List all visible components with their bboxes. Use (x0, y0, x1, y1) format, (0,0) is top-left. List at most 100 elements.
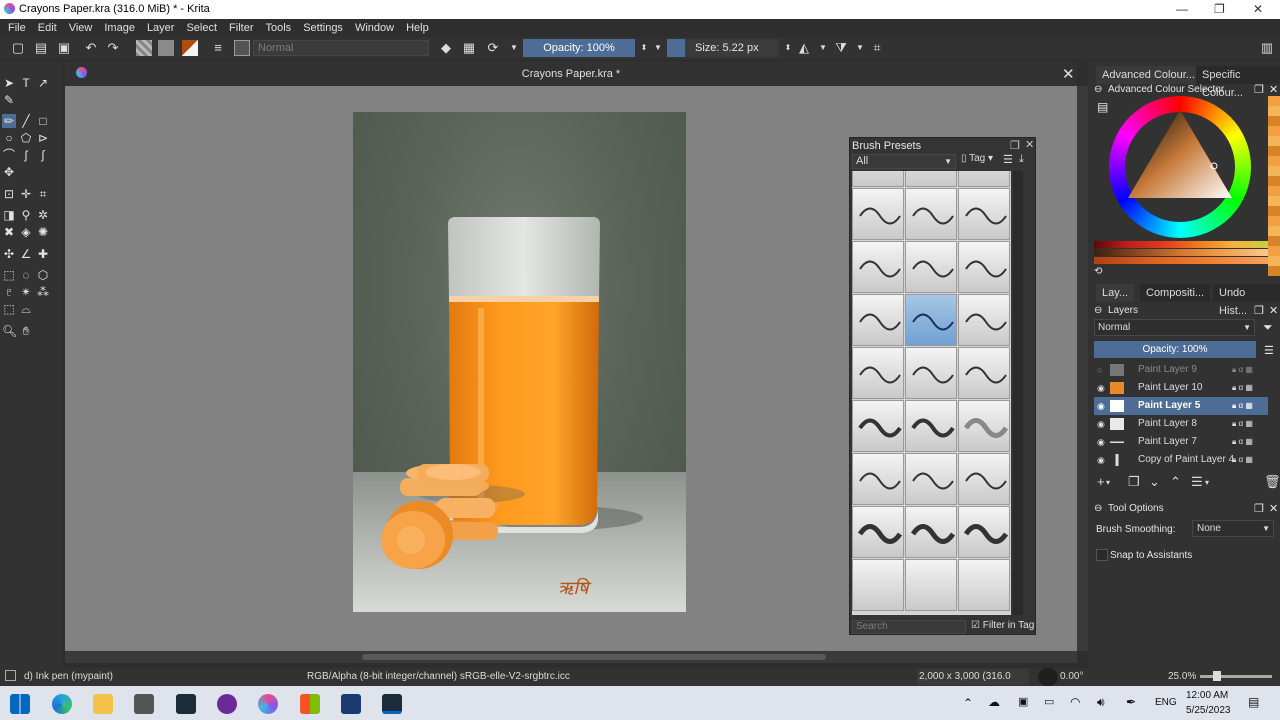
tag-button[interactable]: ▯ Tag ▾ (961, 153, 993, 164)
colour-settings-icon[interactable]: ▤ (1097, 100, 1108, 114)
polyline-tool-icon[interactable]: ⊳ (36, 131, 50, 145)
layer-options-icon[interactable]: ☰ (1264, 344, 1274, 357)
menu-settings[interactable]: Settings (297, 22, 349, 34)
panel-toggle-icon[interactable]: ⊖ (1094, 503, 1102, 514)
redo-icon[interactable]: ↷ (105, 40, 121, 56)
brush-smoothing-select[interactable]: None ▼ (1192, 520, 1274, 537)
tab-undo-history[interactable]: Undo Hist... (1213, 284, 1280, 317)
edit-brush-settings-icon[interactable]: ≡ (210, 40, 226, 56)
horizontal-scroll-thumb[interactable] (362, 654, 826, 660)
ellipse-select-icon[interactable]: ◌ (19, 268, 33, 282)
app-icon[interactable] (300, 694, 320, 714)
tab-specific-colour[interactable]: Specific Colour... (1196, 66, 1280, 99)
cloud-icon[interactable]: ☁ (988, 695, 1000, 709)
duplicate-layer-icon[interactable]: ❐ (1128, 474, 1140, 490)
tag-filter-select[interactable]: All ▼ (852, 154, 956, 169)
vertical-scrollbar[interactable] (1077, 86, 1088, 651)
colorize-mask-icon[interactable]: ✖ (2, 225, 16, 239)
colour-triangle[interactable] (1128, 110, 1232, 202)
pen-icon[interactable]: ✒ (1126, 695, 1136, 709)
close-window-button[interactable]: ✕ (1253, 2, 1263, 16)
layer-properties-icon[interactable]: ☰ (1191, 474, 1203, 490)
visibility-icon[interactable]: ◉ (1097, 415, 1105, 433)
float-docker-icon[interactable]: ❐ (1010, 139, 1020, 152)
document-tab[interactable]: Crayons Paper.kra * ✕ (65, 62, 1077, 86)
preset-search-input[interactable]: Search (852, 620, 966, 634)
menu-select[interactable]: Select (180, 22, 223, 34)
freehand-brush-icon[interactable]: ✏ (2, 114, 16, 128)
size-stepper[interactable]: ⬍ (780, 40, 796, 56)
edit-shapes-icon[interactable]: ↗ (36, 76, 50, 90)
layer-row[interactable]: ◉ Paint Layer 7 🔒︎ α ▦ (1094, 433, 1268, 451)
mirror-vertical-icon[interactable]: ⧩ (833, 40, 849, 56)
panel-toggle-icon[interactable]: ⊖ (1094, 305, 1102, 316)
rotation-value[interactable]: 0.00° (1060, 671, 1083, 682)
artwork-canvas[interactable]: ऋषि (353, 112, 686, 612)
app-icon[interactable] (134, 694, 154, 714)
notifications-icon[interactable]: ▤ (1248, 695, 1259, 709)
minimize-button[interactable]: — (1176, 2, 1188, 16)
rotation-dial[interactable] (1038, 668, 1058, 686)
view-options-icon[interactable]: ☰ (1003, 153, 1013, 166)
line-tool-icon[interactable]: ╱ (19, 114, 33, 128)
magnetic-select-icon[interactable]: ⌓ (19, 302, 33, 316)
blend-mode-select[interactable]: Normal (253, 40, 429, 56)
freehand-path-icon[interactable]: ʃ (19, 148, 33, 162)
visibility-icon[interactable]: ◉ (1097, 451, 1105, 469)
move-layer-down-icon[interactable]: ⌄ (1149, 474, 1160, 490)
bezier-tool-icon[interactable]: ⌒ (2, 148, 16, 162)
menu-tools[interactable]: Tools (260, 22, 298, 34)
move-tool-icon[interactable]: ✛ (19, 187, 33, 201)
menu-help[interactable]: Help (400, 22, 435, 34)
edge-browser-icon[interactable] (52, 694, 72, 714)
chevron-down-icon[interactable]: ▼ (852, 40, 868, 56)
wrap-around-icon[interactable]: ⌗ (869, 40, 885, 56)
tab-layers[interactable]: Lay... (1096, 284, 1135, 302)
colors-icon[interactable] (182, 40, 198, 56)
menu-image[interactable]: Image (98, 22, 141, 34)
eraser-mode-icon[interactable]: ◆ (438, 40, 454, 56)
gradient-fill-icon[interactable] (136, 40, 152, 56)
reference-images-icon[interactable]: ✚ (36, 247, 50, 261)
filter-in-tag-checkbox[interactable]: ☑ Filter in Tag (971, 620, 1035, 631)
polygon-tool-icon[interactable]: ⬠ (19, 131, 33, 145)
colour-slider-hue[interactable] (1094, 241, 1268, 248)
similar-select-icon[interactable]: ⁂ (36, 285, 50, 299)
polygon-select-icon[interactable]: ⬡ (36, 268, 50, 282)
layer-flags-icon[interactable]: 🔒︎ α ▦ (1232, 361, 1253, 379)
text-tool-icon[interactable]: T (19, 76, 33, 90)
colour-slider-value[interactable] (1094, 257, 1268, 264)
visibility-icon[interactable]: ◉ (1097, 397, 1105, 415)
delete-layer-icon[interactable]: 🗑︎ (1264, 474, 1280, 490)
assistant-tool-icon[interactable]: ✣ (2, 247, 16, 261)
measure-tool-icon[interactable]: ∠ (19, 247, 33, 261)
save-icon[interactable]: ▣ (56, 40, 72, 56)
crop-tool-icon[interactable]: ⌗ (36, 187, 50, 201)
menu-layer[interactable]: Layer (141, 22, 181, 34)
pattern-fill-icon[interactable] (158, 40, 174, 56)
color-picker-icon[interactable]: ⚲ (19, 208, 33, 222)
layer-flags-icon[interactable]: 🔒︎ α ▦ (1232, 415, 1253, 433)
menu-view[interactable]: View (63, 22, 99, 34)
file-explorer-icon[interactable] (93, 694, 113, 714)
menu-window[interactable]: Window (349, 22, 400, 34)
app-icon[interactable] (382, 694, 402, 714)
chevron-down-icon[interactable]: ▾ (1205, 478, 1209, 487)
colour-slider-saturation[interactable] (1094, 249, 1268, 256)
freehand-select-icon[interactable]: ♇ (2, 285, 16, 299)
app-icon[interactable] (341, 694, 361, 714)
layer-flags-icon[interactable]: 🔒︎ α ▦ (1232, 451, 1253, 469)
opacity-slider[interactable]: Opacity: 100% (523, 39, 635, 57)
rect-select-icon[interactable]: ⬚ (2, 268, 16, 282)
language-indicator[interactable]: ENG (1155, 697, 1177, 708)
undo-icon[interactable]: ↶ (83, 40, 99, 56)
import-presets-icon[interactable]: ⤓ (1019, 153, 1024, 166)
visibility-icon[interactable]: ○ (1097, 361, 1102, 379)
layer-row[interactable]: ◉ Paint Layer 8 🔒︎ α ▦ (1094, 415, 1268, 433)
close-docker-icon[interactable]: ✕ (1269, 502, 1278, 515)
zoom-level[interactable]: 25.0% (1168, 671, 1196, 682)
zoom-slider[interactable] (1200, 675, 1272, 678)
select-shapes-icon[interactable]: ➤ (2, 76, 16, 90)
multibrush-icon[interactable]: ✥ (2, 165, 16, 179)
smart-patch-icon[interactable]: ✲ (36, 208, 50, 222)
